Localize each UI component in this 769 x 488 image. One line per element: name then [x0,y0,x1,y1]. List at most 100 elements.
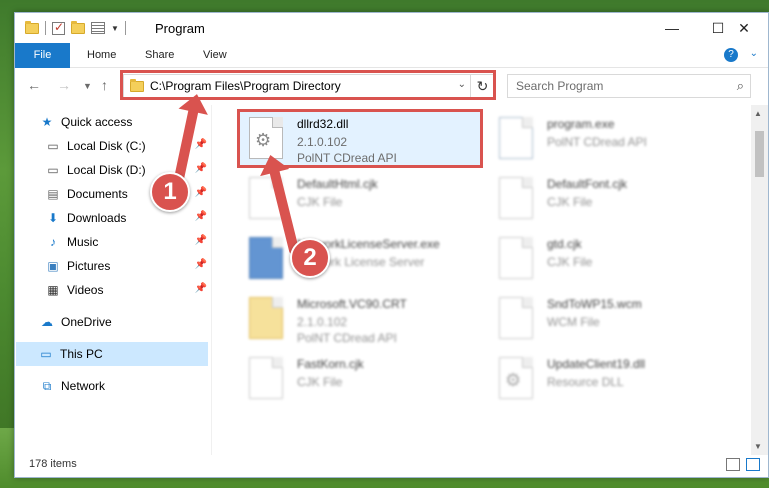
file-item[interactable]: SndToWP15.wcm WCM File [489,291,739,349]
exe-file-icon [249,237,283,279]
file-description: PolNT CDread API [297,331,397,345]
sidebar-item-label: Pictures [67,259,111,273]
pin-icon[interactable]: 📌 [195,283,207,294]
address-path: C:\Program Files\Program Directory [150,79,341,93]
sidebar-item-label: Videos [67,283,104,297]
file-icon [499,297,533,339]
pin-icon[interactable]: 📌 [195,139,207,150]
customize-toolbar-chevron-icon[interactable]: ▼ [111,24,119,33]
sidebar-item-label: Music [67,235,99,249]
file-item[interactable]: Microsoft.VC90.CRT 2.1.0.102 PolNT CDrea… [239,291,489,349]
sidebar-item-label: This PC [60,347,103,361]
pane-divider[interactable] [211,105,212,455]
vertical-scrollbar[interactable]: ▲ ▼ [751,105,768,455]
pictures-icon: ▣ [47,259,59,273]
file-item[interactable]: FastKorn.cjk CJK File [239,351,489,409]
details-view-icon[interactable] [726,458,740,471]
sidebar-item-label: Downloads [67,211,127,225]
file-item[interactable]: DefaultFont.cjk CJK File [489,171,739,229]
file-name: dllrd32.dll [297,117,349,131]
quick-access-toolbar: ▼ [25,20,126,35]
file-name: DefaultHtml.cjk [297,177,378,191]
recent-locations-chevron-icon[interactable]: ▼ [83,81,92,91]
file-item[interactable]: gtd.cjk CJK File [489,231,739,289]
callout-badge-2: 2 [290,238,330,278]
file-list: ⚙ dllrd32.dll 2.1.0.102 PolNT CDread API… [225,105,745,455]
cloud-icon: ☁ [41,315,53,329]
back-arrow-icon[interactable]: ← [27,77,41,93]
pin-icon[interactable]: 📌 [195,235,207,246]
sidebar-item-network[interactable]: ⧉ Network [39,374,235,398]
sidebar-item-music[interactable]: ♪ Music 📌 [45,230,211,254]
file-type: CJK File [297,195,343,209]
toolbar-separator [45,21,46,35]
file-description: Resource DLL [547,375,624,389]
pin-icon[interactable]: 📌 [195,187,207,198]
window-title: Program [155,21,205,36]
file-item[interactable]: ⚙ UpdateClient19.dll Resource DLL [489,351,739,409]
minimize-button[interactable]: — [649,13,695,43]
exe-file-icon [499,117,533,159]
help-icon[interactable]: ? [724,48,738,62]
properties-list-icon[interactable] [91,22,105,34]
large-icons-view-icon[interactable] [746,458,760,471]
sidebar-item-videos[interactable]: ▦ Videos 📌 [45,278,211,302]
sidebar-item-label: Network [61,379,106,393]
pin-icon[interactable]: 📌 [195,163,207,174]
dll-file-icon: ⚙ [499,357,533,399]
pin-icon[interactable]: 📌 [195,211,207,222]
new-folder-icon[interactable] [71,20,85,34]
file-version: 2.1.0.102 [297,315,348,329]
item-count: 178 items [29,458,77,470]
sidebar-item-onedrive[interactable]: ☁ OneDrive [39,310,235,334]
properties-check-icon[interactable] [52,20,65,35]
scroll-down-icon[interactable]: ▼ [754,442,762,451]
title-bar: ▼ Program — ☐ ✕ [15,13,768,43]
tab-home[interactable]: Home [87,43,116,68]
scrollbar-thumb[interactable] [755,131,764,177]
close-button[interactable]: ✕ [721,13,767,43]
search-icon[interactable]: ⌕ [737,78,744,94]
refresh-icon[interactable]: ↻ [470,75,494,97]
computer-icon: ▭ [40,347,52,361]
file-item[interactable]: NetworkLicenseServer.exe Network License… [239,231,489,289]
tab-file[interactable]: File [15,43,70,68]
forward-arrow-icon[interactable]: → [57,77,71,93]
file-version: 2.1.0.102 [297,135,348,149]
sidebar-item-label: Documents [67,187,128,201]
file-name: UpdateClient19.dll [547,357,646,371]
file-type: WCM File [547,315,600,329]
pin-icon[interactable]: 📌 [195,259,207,270]
sidebar-item-downloads[interactable]: ⬇ Downloads 📌 [45,206,211,230]
callout-badge-1: 1 [150,172,190,212]
drive-icon: ▭ [47,139,59,153]
address-dropdown-chevron-icon[interactable]: ⌄ [458,79,466,90]
tab-share[interactable]: Share [145,43,174,68]
download-icon: ⬇ [47,211,59,225]
toolbar-separator [124,21,126,35]
search-input[interactable]: Search Program ⌕ [507,74,751,98]
tab-view[interactable]: View [203,43,227,68]
file-name: DefaultFont.cjk [547,177,628,191]
file-item[interactable]: program.exe PolNT CDread API [489,111,739,169]
sidebar-item-this-pc[interactable]: ▭ This PC [16,342,208,366]
navigation-bar: ← → ▼ ↑ C:\Program Files\Program Directo… [15,68,768,104]
file-name: SndToWP15.wcm [547,297,642,311]
network-icon: ⧉ [42,378,52,393]
manifest-file-icon [249,297,283,339]
file-icon [499,177,533,219]
address-bar[interactable]: C:\Program Files\Program Directory ⌄ ↻ [123,74,495,98]
status-bar: 178 items [15,453,768,477]
search-placeholder: Search Program [516,79,604,93]
sidebar-item-label: Local Disk (D:) [67,163,146,177]
file-name: gtd.cjk [547,237,582,251]
expand-ribbon-chevron-icon[interactable]: ⌄ [750,48,758,59]
file-type: CJK File [297,375,343,389]
folder-icon [130,79,144,92]
videos-icon: ▦ [47,283,59,297]
music-icon: ♪ [50,235,56,249]
scroll-up-icon[interactable]: ▲ [754,109,762,118]
up-arrow-icon[interactable]: ↑ [101,77,108,93]
file-name: Microsoft.VC90.CRT [297,297,407,311]
sidebar-item-pictures[interactable]: ▣ Pictures 📌 [45,254,211,278]
